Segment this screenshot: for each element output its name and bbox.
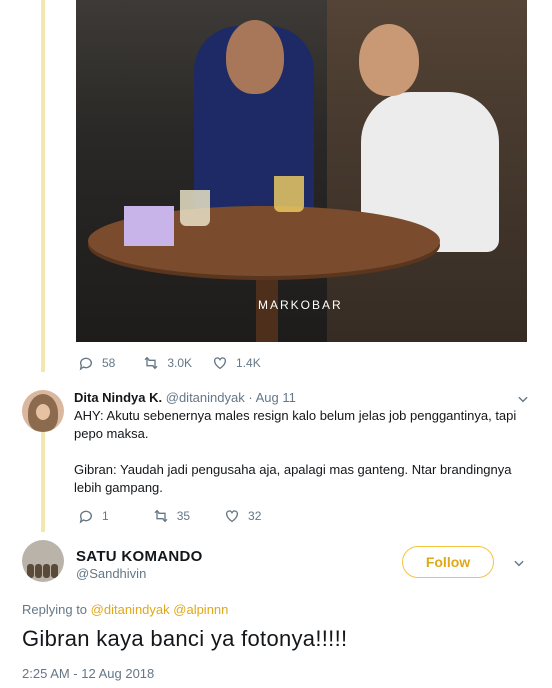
tweet-photo[interactable]: MARKOBAR	[76, 0, 527, 342]
retweet-icon	[144, 356, 158, 370]
photo-watermark: MARKOBAR	[258, 298, 343, 312]
like-count: 1.4K	[236, 356, 261, 370]
tweet-text-line-1: AHY: Akutu sebenernya males resign kalo …	[74, 408, 517, 441]
heart-icon	[226, 510, 239, 523]
top-tweet-actions: 58 3.0K 1.4K	[78, 355, 281, 371]
replying-to: Replying to @ditanindyak @alpinnn	[22, 602, 228, 617]
tweet-header: Dita Nindya K. @ditanindyak · Aug 11	[74, 390, 534, 405]
retweet-count: 35	[176, 509, 191, 523]
like-count: 32	[248, 509, 262, 523]
reply-tweet-actions: 1 35 32	[78, 508, 281, 524]
retweet-action[interactable]: 3.0K	[143, 355, 192, 371]
like-action[interactable]: 1.4K	[212, 355, 261, 371]
mention-link[interactable]: @ditanindyak	[91, 602, 170, 617]
follow-button[interactable]: Follow	[402, 546, 494, 578]
reply-action[interactable]: 58	[78, 355, 115, 371]
chevron-down-icon[interactable]	[512, 556, 526, 570]
retweet-action[interactable]: 35	[153, 508, 190, 524]
tweet-timestamp[interactable]: 2:25 AM - 12 Aug 2018	[22, 666, 154, 681]
heart-icon	[214, 357, 227, 370]
reply-count: 58	[102, 356, 116, 370]
retweet-icon	[154, 509, 168, 523]
drink-cup	[180, 190, 210, 226]
mention-link[interactable]: @alpinnn	[173, 602, 228, 617]
reply-action[interactable]: 1	[78, 508, 109, 524]
tweet-date[interactable]: Aug 11	[256, 390, 296, 405]
display-name[interactable]: SATU KOMANDO	[76, 548, 203, 565]
tweet-text: Gibran kaya banci ya fotonya!!!!!	[22, 626, 348, 651]
reply-icon	[79, 357, 92, 371]
retweet-count: 3.0K	[167, 356, 193, 370]
handle[interactable]: @Sandhivin	[76, 566, 146, 581]
thread-line-middle	[41, 432, 45, 532]
reply-count: 1	[102, 509, 109, 523]
tweet-text-line-2: Gibran: Yaudah jadi pengusaha aja, apala…	[74, 462, 512, 495]
display-name[interactable]: Dita Nindya K.	[74, 390, 162, 405]
avatar[interactable]	[22, 390, 64, 432]
reply-icon	[79, 510, 92, 524]
replying-to-label: Replying to	[22, 602, 88, 617]
thread-line-top	[41, 0, 45, 372]
tissue-box	[124, 206, 174, 246]
chevron-down-icon[interactable]	[516, 392, 530, 406]
drink-cup	[274, 176, 304, 212]
avatar[interactable]	[22, 540, 64, 582]
like-action[interactable]: 32	[224, 508, 261, 524]
handle[interactable]: @ditanindyak	[166, 390, 245, 405]
dot-separator: ·	[248, 390, 253, 405]
